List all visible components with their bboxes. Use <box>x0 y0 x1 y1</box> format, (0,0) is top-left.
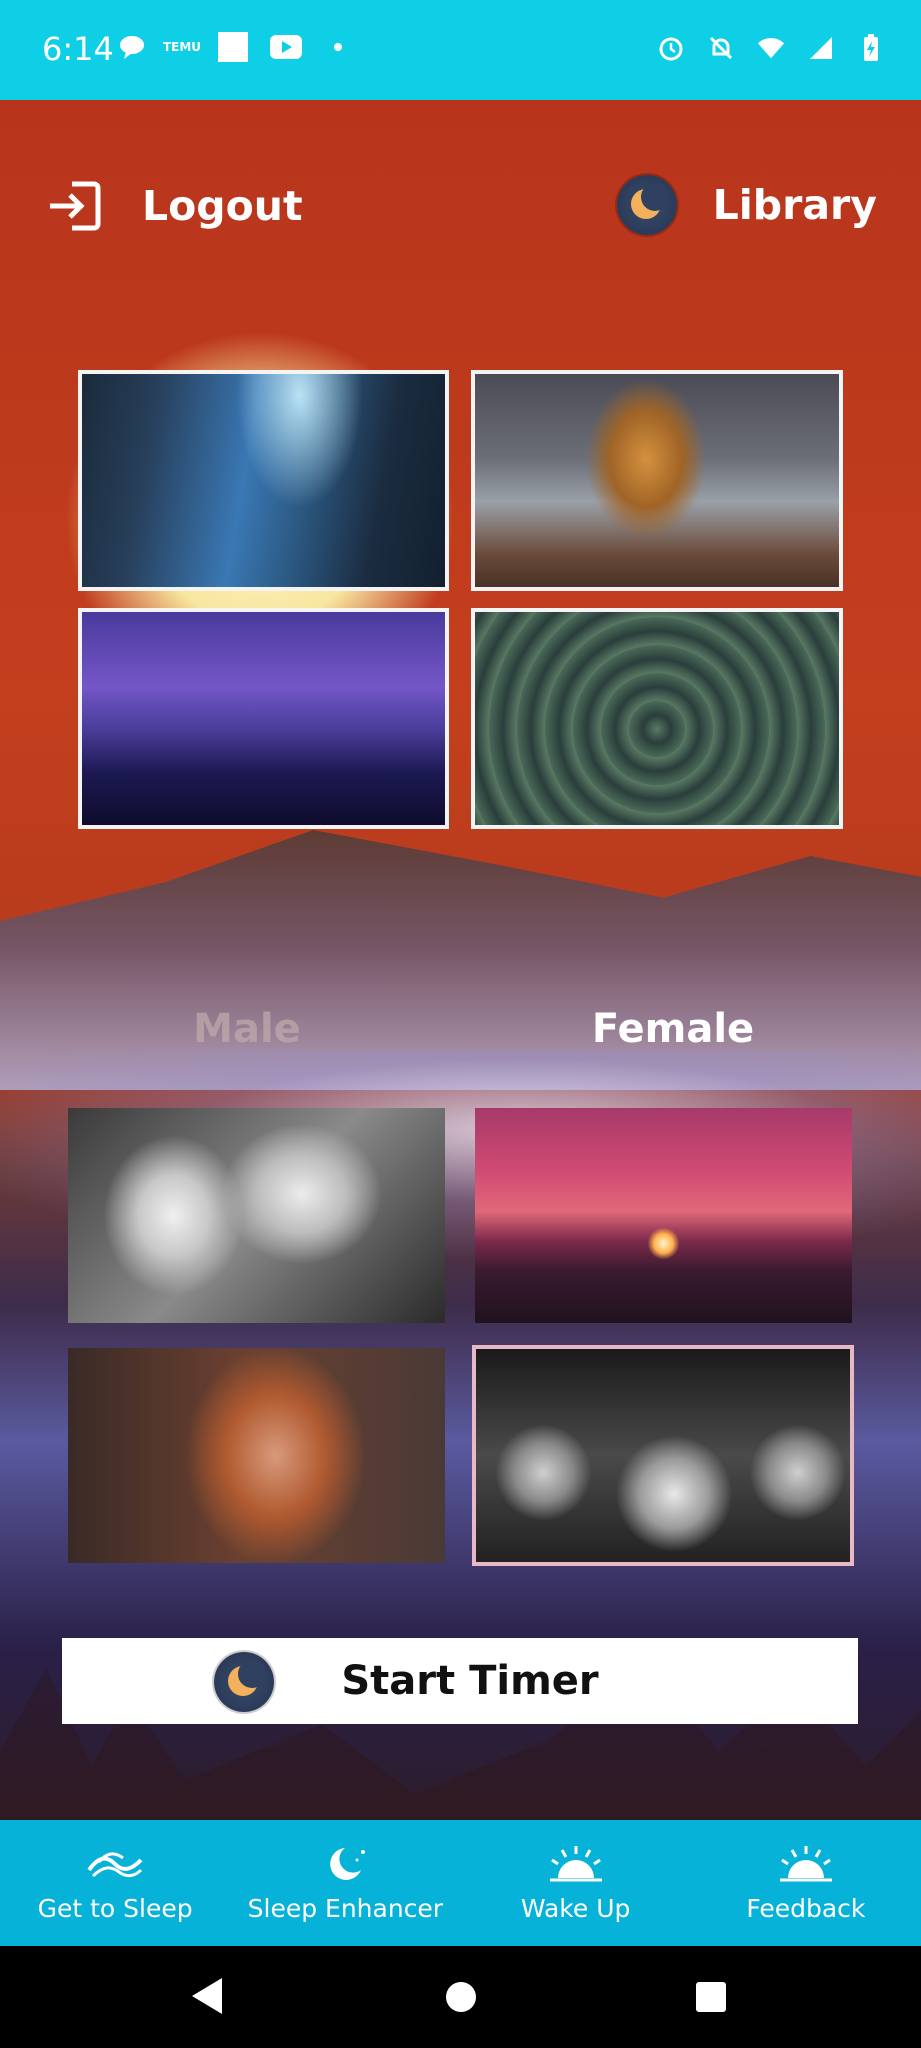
recents-icon[interactable] <box>696 1982 726 2012</box>
temu-icon: TEMU <box>162 40 202 54</box>
nav-get-to-sleep[interactable]: Get to Sleep <box>0 1820 230 1946</box>
dot-icon <box>324 33 352 61</box>
start-timer-label: Start Timer <box>341 1658 599 1704</box>
tab-male[interactable]: Male <box>97 1006 397 1052</box>
start-timer-button[interactable]: Start Timer <box>62 1638 858 1724</box>
status-left-icons: TEMU <box>118 32 352 62</box>
moon-stars-icon <box>330 1847 366 1880</box>
skull-child-image[interactable] <box>68 1108 445 1323</box>
status-time: 6:14 <box>42 30 114 68</box>
sunrise-icon <box>779 1845 832 1881</box>
back-icon[interactable] <box>192 1978 222 2014</box>
status-right-icons <box>657 34 885 62</box>
system-navigation-bar <box>0 1946 921 2048</box>
logout-button[interactable]: Logout <box>46 180 303 232</box>
nav-label: Wake Up <box>520 1893 631 1923</box>
nav-wake-up[interactable]: Wake Up <box>461 1820 691 1946</box>
battery-charging-icon <box>857 34 885 62</box>
youtube-icon <box>270 35 302 59</box>
alarm-icon <box>657 34 685 62</box>
nav-label: Sleep Enhancer <box>247 1893 444 1923</box>
sunset-tree-image[interactable] <box>475 1108 852 1323</box>
logout-label: Logout <box>142 182 303 230</box>
laughing-woman-image[interactable] <box>68 1348 445 1563</box>
tab-female[interactable]: Female <box>523 1006 823 1052</box>
underwater-cave-image[interactable] <box>78 370 449 591</box>
status-bar: 6:14 TEMU <box>0 0 921 100</box>
logout-icon <box>50 181 101 231</box>
sunrise-icon <box>549 1845 602 1881</box>
nav-feedback[interactable]: Feedback <box>691 1820 921 1946</box>
lightning-mountains-image[interactable] <box>78 608 449 829</box>
bell-off-icon <box>707 34 735 62</box>
ship-storm-image[interactable] <box>471 370 843 591</box>
bottom-navigation: Get to Sleep Sleep Enhancer Wake Up Feed… <box>0 1820 921 1946</box>
nav-label: Feedback <box>746 1893 866 1923</box>
signal-icon <box>807 34 835 62</box>
wifi-icon <box>757 34 785 62</box>
nav-sleep-enhancer[interactable]: Sleep Enhancer <box>230 1820 460 1946</box>
nav-label: Get to Sleep <box>37 1893 193 1923</box>
home-icon[interactable] <box>446 1982 476 2012</box>
pocket-watches-image[interactable] <box>472 1345 854 1566</box>
square-icon <box>218 32 248 62</box>
chat-icon <box>118 33 146 61</box>
moon-logo-icon <box>616 175 677 235</box>
library-label: Library <box>712 181 877 229</box>
waves-icon <box>87 1851 143 1877</box>
green-spiral-image[interactable] <box>471 608 843 829</box>
library-button[interactable]: Library <box>616 175 877 235</box>
